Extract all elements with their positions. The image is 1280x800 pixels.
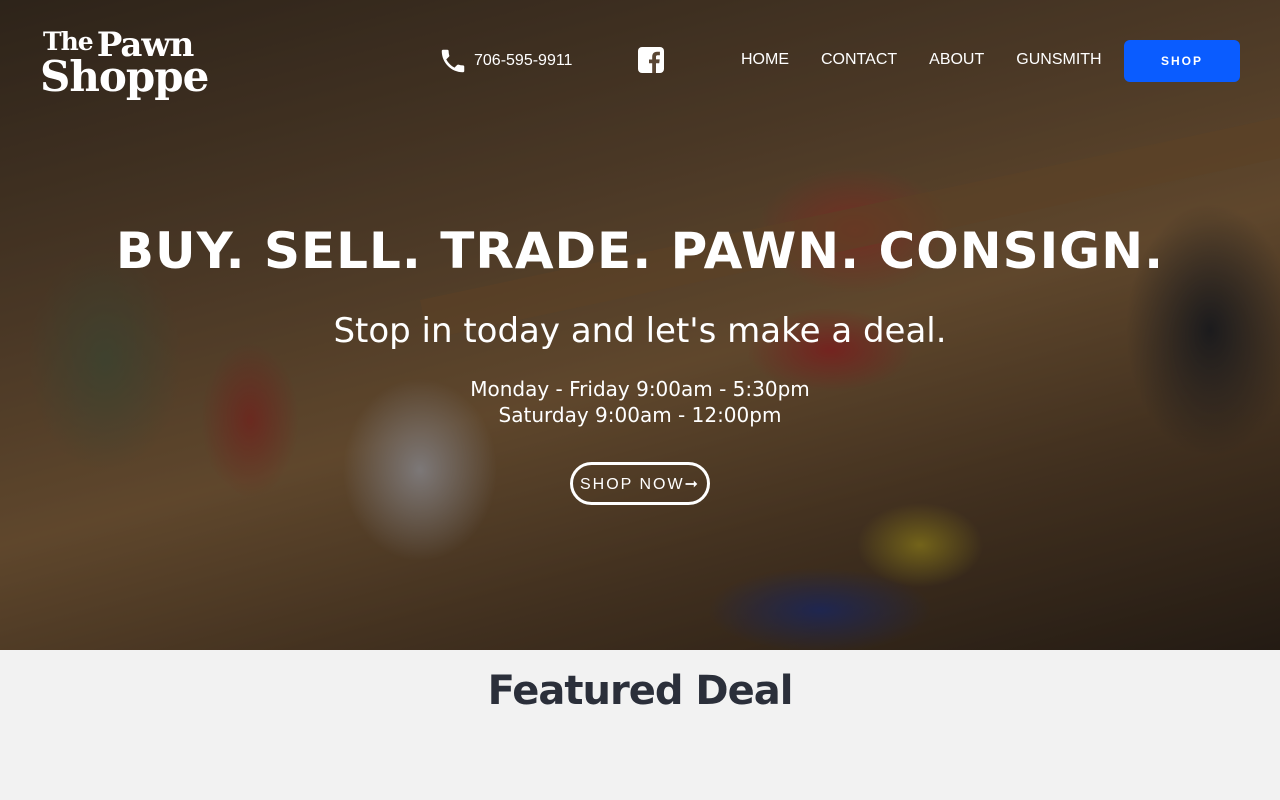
- hours-saturday: Saturday 9:00am - 12:00pm: [498, 403, 782, 427]
- store-hours: Monday - Friday 9:00am - 5:30pm Saturday…: [0, 376, 1280, 428]
- shop-button[interactable]: SHOP: [1124, 40, 1240, 82]
- shop-now-button[interactable]: SHOP NOW➞: [570, 462, 710, 505]
- nav-gunsmith[interactable]: GUNSMITH: [1016, 50, 1101, 70]
- nav-contact[interactable]: CONTACT: [821, 50, 897, 70]
- facebook-icon[interactable]: [638, 47, 664, 73]
- hours-weekday: Monday - Friday 9:00am - 5:30pm: [470, 377, 810, 401]
- main-nav: HOME CONTACT ABOUT GUNSMITH: [741, 50, 1134, 70]
- phone-number: 706-595-9911: [474, 52, 573, 69]
- phone-icon: [438, 46, 468, 76]
- nav-home[interactable]: HOME: [741, 50, 789, 70]
- logo-word-shoppe: Shoppe: [40, 52, 209, 101]
- nav-about[interactable]: ABOUT: [929, 50, 984, 70]
- featured-deal-heading: Featured Deal: [487, 668, 794, 714]
- hero-tagline: Stop in today and let's make a deal.: [333, 311, 947, 351]
- phone-link[interactable]: 706-595-9911: [438, 46, 572, 76]
- hero-headline: BUY. SELL. TRADE. PAWN. CONSIGN.: [115, 222, 1165, 280]
- site-logo[interactable]: The Pawn Shoppe: [40, 22, 290, 98]
